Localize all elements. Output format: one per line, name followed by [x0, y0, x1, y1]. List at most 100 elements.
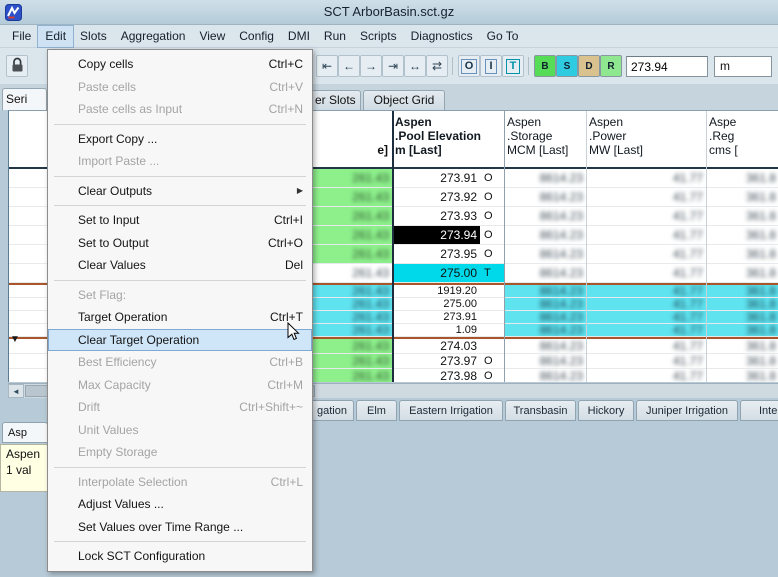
- menubar-item-aggregation[interactable]: Aggregation: [114, 26, 193, 47]
- column-header-pool-elevation[interactable]: Aspen.Pool Elevationm [Last]: [395, 115, 481, 157]
- cell-power[interactable]: 41.77: [586, 169, 706, 187]
- menu-item-clear-target-operation[interactable]: Clear Target Operation: [48, 329, 312, 352]
- menubar-item-edit[interactable]: Edit: [38, 26, 73, 47]
- fit-width-button[interactable]: ↔: [404, 55, 426, 77]
- cell-power[interactable]: 41.77: [586, 311, 706, 323]
- menu-item-set-values-over-time-range[interactable]: Set Values over Time Range ...: [48, 516, 312, 539]
- menu-item-set-to-input[interactable]: Set to InputCtrl+I: [48, 209, 312, 232]
- cell-pool-elevation[interactable]: 273.94: [392, 226, 480, 244]
- cell-storage[interactable]: 8614.23: [504, 311, 586, 323]
- menu-item-adjust-values[interactable]: Adjust Values ...: [48, 493, 312, 516]
- cell-flag[interactable]: T: [480, 264, 504, 282]
- cell-regulated[interactable]: 361.8: [706, 188, 778, 206]
- cell-flag[interactable]: [480, 298, 504, 310]
- cell-storage[interactable]: 8614.23: [504, 169, 586, 187]
- cell-storage[interactable]: 8614.23: [504, 369, 586, 382]
- cell-storage[interactable]: 8614.23: [504, 207, 586, 225]
- cell-pool-elevation[interactable]: 273.93: [392, 207, 480, 225]
- unit-selector[interactable]: m: [714, 56, 772, 77]
- cell-regulated[interactable]: 361.8: [706, 324, 778, 336]
- step-forward-button[interactable]: →: [360, 55, 382, 77]
- flag-s-button[interactable]: S: [556, 55, 578, 77]
- jump-first-button[interactable]: ⇤: [316, 55, 338, 77]
- menubar-item-view[interactable]: View: [192, 26, 232, 47]
- swap-axes-button[interactable]: ⇄: [426, 55, 448, 77]
- flag-o-button[interactable]: O: [458, 55, 480, 77]
- cell-flag[interactable]: [480, 285, 504, 297]
- tab-other-slots[interactable]: er Slots: [311, 90, 361, 110]
- menubar-item-config[interactable]: Config: [232, 26, 281, 47]
- menu-item-clear-values[interactable]: Clear ValuesDel: [48, 254, 312, 277]
- menubar-item-run[interactable]: Run: [317, 26, 353, 47]
- cell-adjacent-slot[interactable]: 261.43: [309, 298, 392, 310]
- cell-pool-elevation[interactable]: 274.03: [392, 339, 480, 353]
- cell-adjacent-slot[interactable]: 261.43: [309, 311, 392, 323]
- cell-storage[interactable]: 8614.23: [504, 354, 586, 368]
- cell-power[interactable]: 41.77: [586, 188, 706, 206]
- cell-regulated[interactable]: 361.8: [706, 226, 778, 244]
- cell-pool-elevation[interactable]: 273.95: [392, 245, 480, 263]
- object-tab-eastern-irrigation[interactable]: Eastern Irrigation: [399, 400, 503, 421]
- flag-r-button[interactable]: R: [600, 55, 622, 77]
- cell-pool-elevation[interactable]: 1919.20: [392, 285, 480, 297]
- step-back-button[interactable]: ←: [338, 55, 360, 77]
- cell-power[interactable]: 41.77: [586, 264, 706, 282]
- cell-regulated[interactable]: 361.8: [706, 169, 778, 187]
- menubar-item-slots[interactable]: Slots: [73, 26, 114, 47]
- cell-value-input[interactable]: [626, 56, 708, 77]
- menu-item-clear-outputs[interactable]: Clear Outputs▶: [48, 180, 312, 203]
- object-tab-juniper-irrigation[interactable]: Juniper Irrigation: [636, 400, 738, 421]
- scroll-left-arrow-icon[interactable]: ◄: [8, 384, 24, 398]
- cell-adjacent-slot[interactable]: 261.43: [309, 245, 392, 263]
- cell-power[interactable]: 41.77: [586, 226, 706, 244]
- cell-adjacent-slot[interactable]: 261.43: [309, 324, 392, 336]
- object-tab-inter[interactable]: Inter: [740, 400, 778, 421]
- flag-t-button[interactable]: T: [502, 55, 524, 77]
- menubar-item-dmi[interactable]: DMI: [281, 26, 317, 47]
- object-tab-hickory[interactable]: Hickory: [578, 400, 634, 421]
- cell-regulated[interactable]: 361.8: [706, 339, 778, 353]
- cell-adjacent-slot[interactable]: 261.43: [309, 354, 392, 368]
- cell-pool-elevation[interactable]: 275.00: [392, 298, 480, 310]
- column-header-power[interactable]: Aspen.PowerMW [Last]: [589, 115, 643, 157]
- tab-series-slots[interactable]: Seri: [2, 88, 47, 110]
- cell-pool-elevation[interactable]: 273.97: [392, 354, 480, 368]
- cell-storage[interactable]: 8614.23: [504, 245, 586, 263]
- cell-pool-elevation[interactable]: 273.98: [392, 369, 480, 382]
- cell-pool-elevation[interactable]: 273.91: [392, 311, 480, 323]
- cell-adjacent-slot[interactable]: 261.43: [309, 369, 392, 382]
- menu-item-lock-sct-configuration[interactable]: Lock SCT Configuration: [48, 545, 312, 568]
- cell-adjacent-slot[interactable]: 261.43: [309, 207, 392, 225]
- cell-flag[interactable]: O: [480, 207, 504, 225]
- cell-regulated[interactable]: 361.8: [706, 207, 778, 225]
- cell-pool-elevation[interactable]: 273.92: [392, 188, 480, 206]
- menubar-item-file[interactable]: File: [5, 26, 38, 47]
- cell-flag[interactable]: O: [480, 245, 504, 263]
- lock-button[interactable]: [6, 55, 28, 77]
- cell-flag[interactable]: O: [480, 354, 504, 368]
- cell-pool-elevation[interactable]: 1.09: [392, 324, 480, 336]
- cell-pool-elevation[interactable]: 275.00: [392, 264, 480, 282]
- title-bar[interactable]: SCT ArborBasin.sct.gz: [0, 0, 778, 25]
- cell-flag[interactable]: O: [480, 369, 504, 382]
- column-header-storage[interactable]: Aspen.StorageMCM [Last]: [507, 115, 568, 157]
- menu-item-export-copy[interactable]: Export Copy ...: [48, 128, 312, 151]
- cell-adjacent-slot[interactable]: 261.43: [309, 285, 392, 297]
- cell-power[interactable]: 41.77: [586, 339, 706, 353]
- cell-flag[interactable]: O: [480, 169, 504, 187]
- flag-b-button[interactable]: B: [534, 55, 556, 77]
- cell-regulated[interactable]: 361.8: [706, 298, 778, 310]
- cell-storage[interactable]: 8614.23: [504, 264, 586, 282]
- cell-flag[interactable]: O: [480, 188, 504, 206]
- cell-storage[interactable]: 8614.23: [504, 226, 586, 244]
- menubar-item-go-to[interactable]: Go To: [480, 26, 526, 47]
- menu-item-set-to-output[interactable]: Set to OutputCtrl+O: [48, 232, 312, 255]
- cell-storage[interactable]: 8614.23: [504, 324, 586, 336]
- tab-object-grid[interactable]: Object Grid: [363, 90, 445, 110]
- cell-storage[interactable]: 8614.23: [504, 188, 586, 206]
- cell-regulated[interactable]: 361.8: [706, 285, 778, 297]
- cell-flag[interactable]: [480, 339, 504, 353]
- cell-storage[interactable]: 8614.23: [504, 285, 586, 297]
- menubar-item-scripts[interactable]: Scripts: [353, 26, 404, 47]
- cell-regulated[interactable]: 361.8: [706, 369, 778, 382]
